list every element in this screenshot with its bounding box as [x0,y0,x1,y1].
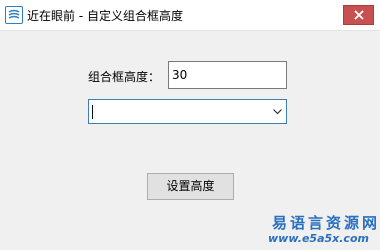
window-title: 近在眼前 - 自定义组合框高度 [27,9,183,23]
app-logo-icon [5,6,23,24]
chevron-down-icon[interactable] [273,109,282,115]
title-bar: 近在眼前 - 自定义组合框高度 [0,0,380,31]
combo-box[interactable] [88,99,287,124]
close-icon [354,10,364,20]
watermark-url: www.e5a5x.com [268,232,369,245]
watermark-logo: 易语言资源网 [272,214,380,232]
height-label: 组合框高度： [88,70,161,84]
text-caret [92,105,93,119]
height-input[interactable] [168,61,287,89]
set-height-button[interactable]: 设置高度 [147,173,234,200]
combo-value [92,104,242,119]
close-button[interactable] [343,5,374,25]
